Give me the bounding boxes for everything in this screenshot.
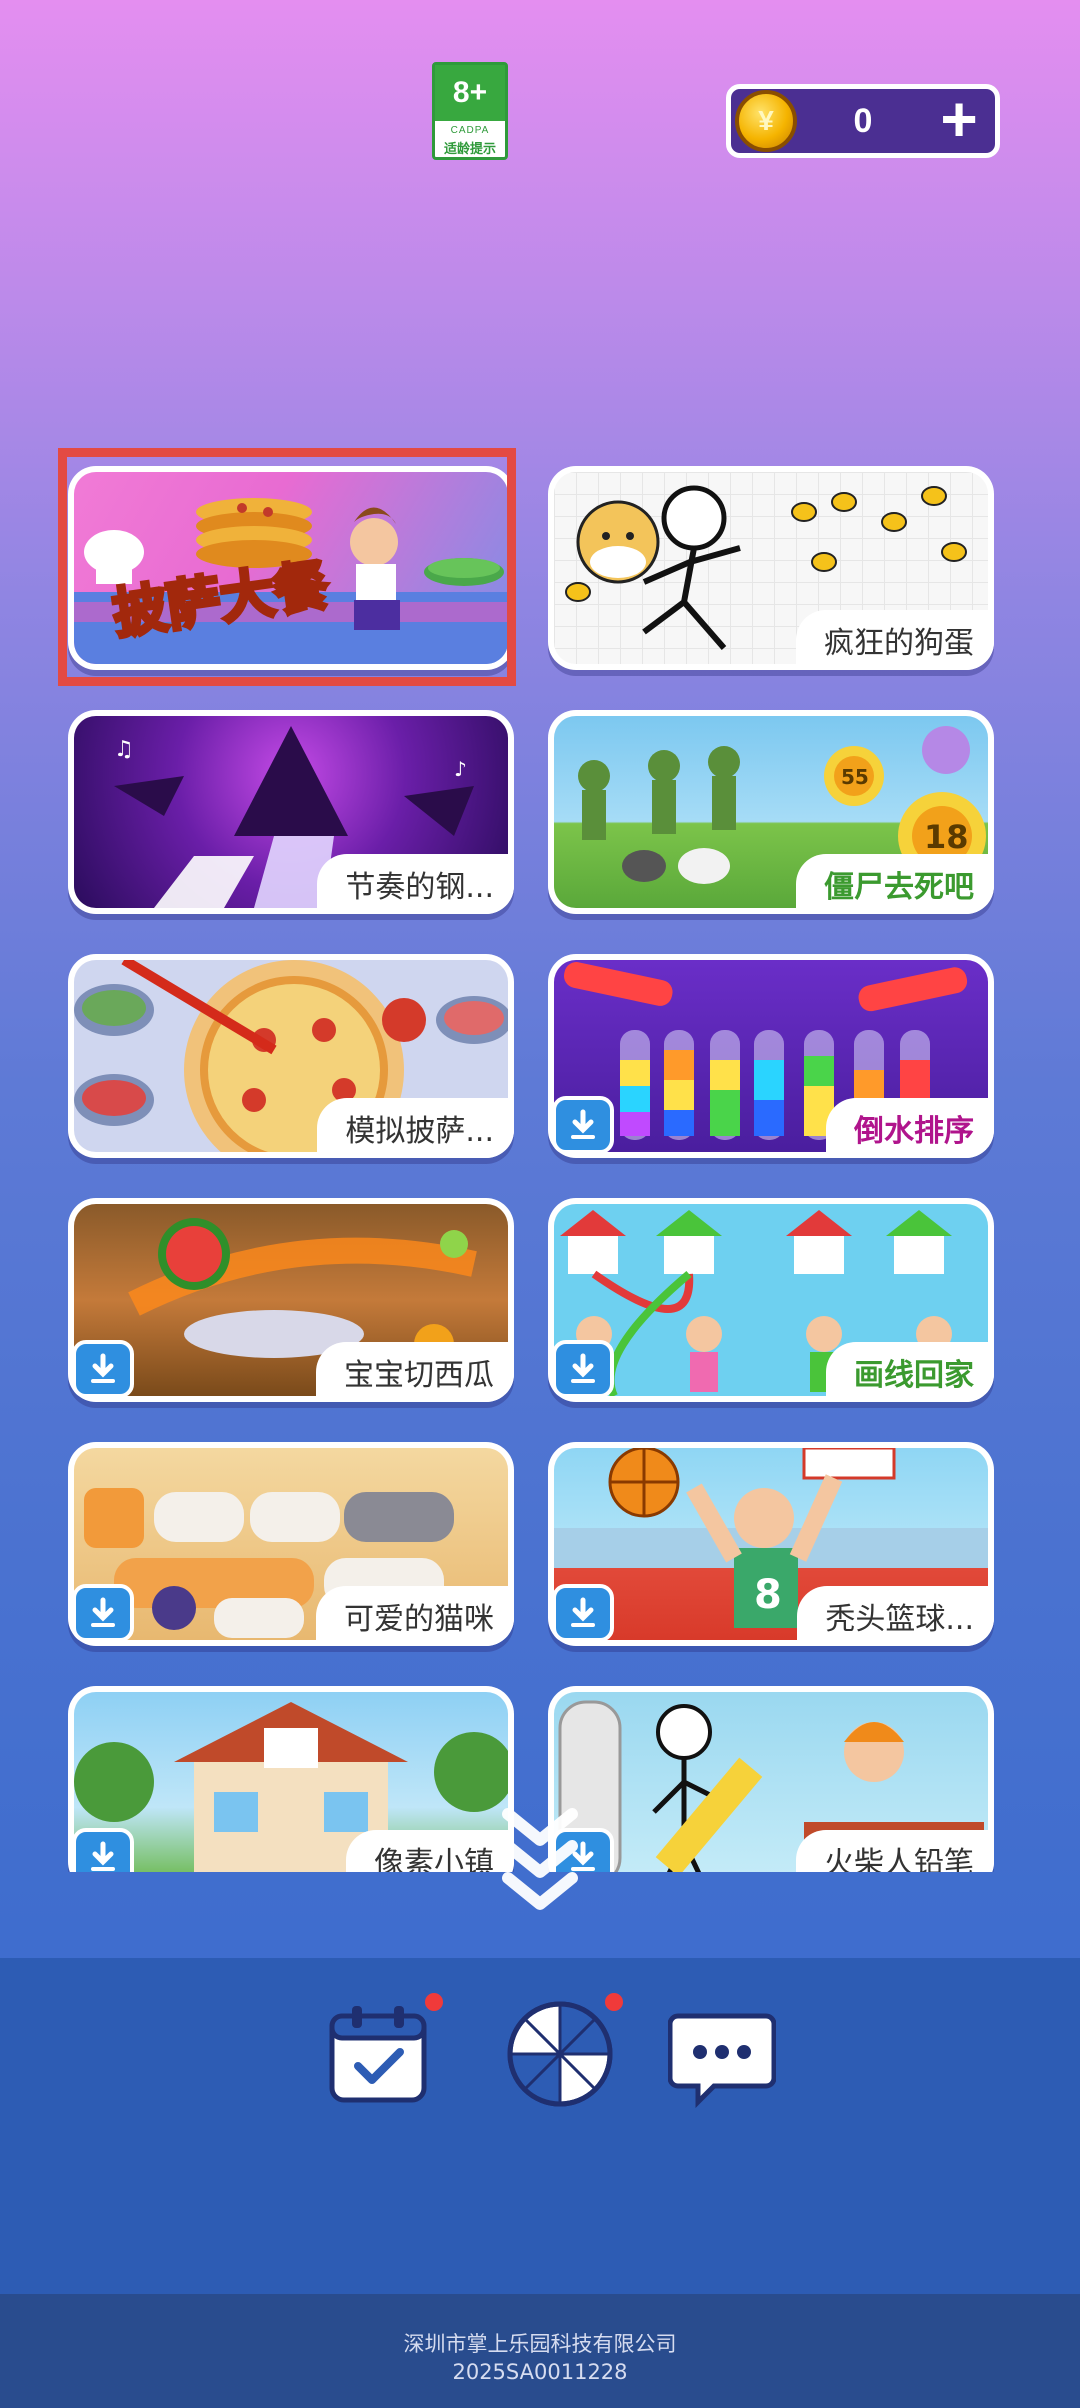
game-label: 秃头篮球... [797, 1586, 994, 1646]
download-icon[interactable] [72, 1828, 134, 1872]
zombie-number-b: 18 [924, 818, 969, 856]
game-card-cute-cats[interactable]: 可爱的猫咪 [68, 1442, 514, 1646]
game-card-crazy-doge[interactable]: 疯狂的狗蛋 [548, 466, 994, 670]
messages-button[interactable] [667, 2000, 777, 2109]
game-grid: 披萨大餐 疯狂的狗蛋 ♫ ♪ 节奏的钢... 55 18 僵尸去死吧 模拟披萨.… [0, 0, 1080, 1872]
game-card-watermelon[interactable]: 宝宝切西瓜 [68, 1198, 514, 1402]
download-icon[interactable] [552, 1584, 614, 1642]
game-label: 节奏的钢... [317, 854, 514, 914]
svg-text:♫: ♫ [114, 737, 134, 762]
game-card-stickman-pencil[interactable]: 火柴人铅笔 [548, 1686, 994, 1872]
svg-text:♪: ♪ [454, 757, 467, 781]
game-card-bald-basketball[interactable]: 8 秃头篮球... [548, 1442, 994, 1646]
game-card-pizza-dinner[interactable]: 披萨大餐 [68, 466, 514, 670]
jersey-number: 8 [754, 1572, 782, 1618]
chat-more-icon [667, 2013, 777, 2109]
game-label: 倒水排序 [826, 1098, 994, 1158]
game-card-pizza-simulator[interactable]: 模拟披萨... [68, 954, 514, 1158]
game-label: 模拟披萨... [317, 1098, 514, 1158]
download-icon[interactable] [552, 1340, 614, 1398]
game-card-draw-home[interactable]: 画线回家 [548, 1198, 994, 1402]
game-card-zombies[interactable]: 55 18 僵尸去死吧 [548, 710, 994, 914]
calendar-check-icon [329, 2006, 427, 2103]
wheel-icon [507, 2001, 613, 2107]
calendar-check-button[interactable] [324, 1990, 446, 2108]
game-label: 可爱的猫咪 [316, 1586, 514, 1646]
notification-dot [422, 1990, 446, 2014]
download-icon[interactable] [552, 1096, 614, 1154]
game-label: 疯狂的狗蛋 [796, 610, 994, 670]
game-label: 宝宝切西瓜 [316, 1342, 514, 1402]
footer-code: 2025SA0011228 [452, 2360, 628, 2384]
game-thumbnail: 披萨大餐 [74, 472, 508, 664]
notification-dot [602, 1990, 626, 2014]
lucky-wheel-button[interactable] [506, 1990, 626, 2108]
download-icon[interactable] [72, 1340, 134, 1398]
download-icon[interactable] [72, 1584, 134, 1642]
game-label: 火柴人铅笔 [796, 1830, 994, 1872]
bottom-bar [0, 1958, 1080, 2294]
game-label: 僵尸去死吧 [796, 854, 994, 914]
game-card-water-sort[interactable]: 倒水排序 [548, 954, 994, 1158]
zombie-number-a: 55 [841, 765, 869, 789]
footer-company: 深圳市掌上乐园科技有限公司 [403, 2332, 677, 2356]
game-card-rhythm-piano[interactable]: ♫ ♪ 节奏的钢... [68, 710, 514, 914]
footer: 深圳市掌上乐园科技有限公司 2025SA0011228 [0, 2294, 1080, 2408]
game-label: 像素小镇 [346, 1830, 514, 1872]
game-label: 画线回家 [826, 1342, 994, 1402]
game-card-pixel-town[interactable]: 像素小镇 [68, 1686, 514, 1872]
scroll-down-chevron-icon[interactable] [496, 1800, 584, 1910]
